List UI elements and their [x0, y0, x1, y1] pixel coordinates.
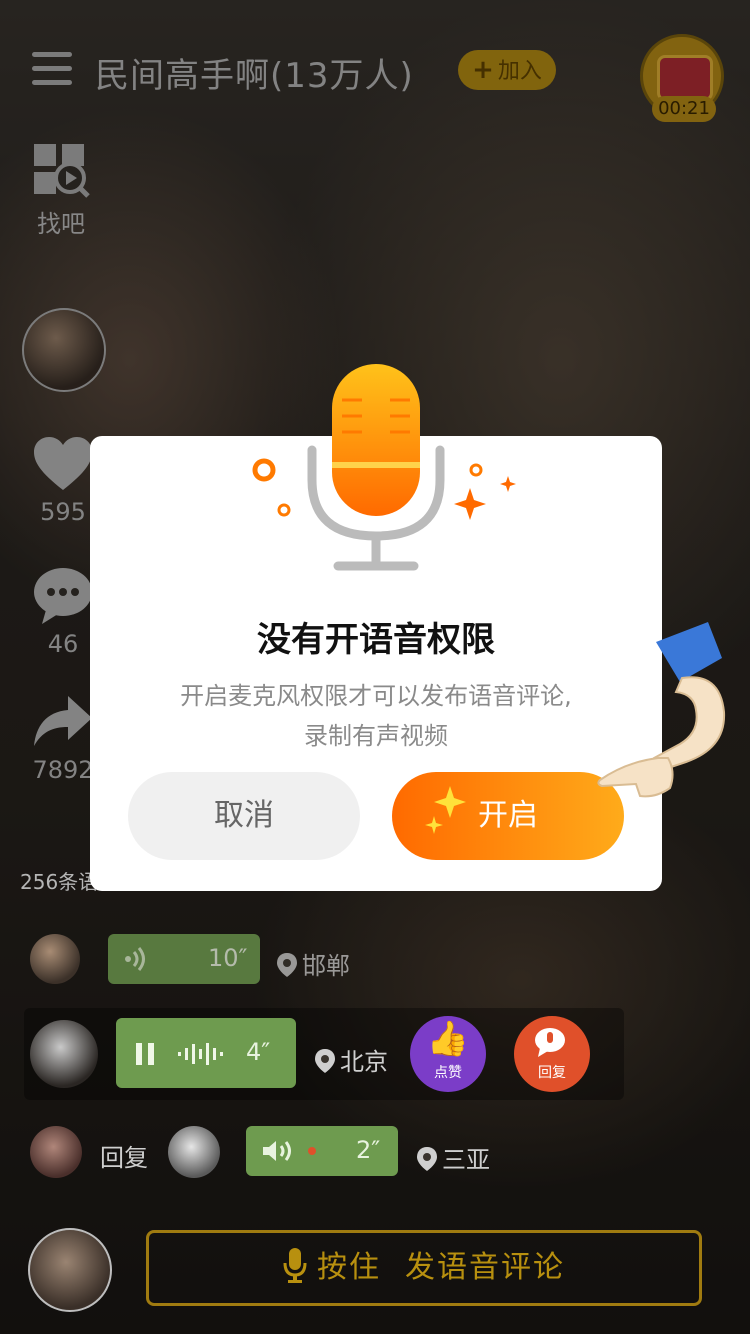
location-pin-icon: [417, 1147, 437, 1171]
voice-message[interactable]: 4″: [116, 1018, 296, 1088]
sparkle-icon: [425, 786, 466, 834]
unread-dot: [308, 1147, 316, 1155]
reply-comment-button[interactable]: 回复: [514, 1016, 590, 1092]
dialog-message-line2: 录制有声视频: [304, 722, 448, 750]
microphone-icon: [283, 1248, 307, 1283]
like-comment-label: 点赞: [434, 1065, 462, 1081]
dialog-message-line1: 开启麦克风权限才可以发布语音评论,: [180, 682, 572, 710]
microphone-illustration-icon: [252, 364, 516, 571]
my-avatar[interactable]: [28, 1228, 112, 1312]
thumbs-up-icon: 👍: [426, 1019, 470, 1059]
commenter-avatar[interactable]: [30, 1126, 82, 1178]
location-tag: 邯郸: [276, 946, 350, 981]
action-label: 发语音评论: [405, 1250, 565, 1285]
location-tag: 三亚: [416, 1140, 490, 1175]
open-label: 开启: [478, 798, 538, 833]
reply-mic-icon: [535, 1028, 565, 1057]
voice-message[interactable]: 10″: [108, 934, 260, 984]
speaker-icon: [263, 1141, 291, 1161]
commenter-avatar[interactable]: [30, 934, 80, 984]
pause-icon: [136, 1043, 142, 1065]
location-text: 北京: [340, 1048, 388, 1076]
commenter-avatar[interactable]: [30, 1020, 98, 1088]
pointing-hand-icon: [597, 622, 726, 798]
comments-total: 256条语: [20, 870, 99, 894]
reply-comment-label: 回复: [538, 1065, 566, 1081]
location-pin-icon: [315, 1049, 335, 1073]
hold-to-record-button[interactable]: 按住 发语音评论: [146, 1230, 702, 1306]
cancel-button[interactable]: 取消: [128, 772, 360, 860]
voice-duration: 10″: [208, 944, 248, 972]
like-comment-button[interactable]: 👍 点赞: [410, 1016, 486, 1092]
dialog-message: 开启麦克风权限才可以发布语音评论, 录制有声视频: [90, 676, 662, 756]
location-tag: 北京: [314, 1042, 388, 1077]
hold-label: 按住: [317, 1250, 381, 1285]
voice-message[interactable]: 2″: [246, 1126, 398, 1176]
permission-dialog: 没有开语音权限 开启麦克风权限才可以发布语音评论, 录制有声视频 取消 开启: [90, 364, 662, 891]
voice-duration: 4″: [246, 1038, 271, 1066]
voice-duration: 2″: [356, 1136, 381, 1164]
dialog-title: 没有开语音权限: [257, 620, 495, 660]
open-button[interactable]: 开启: [392, 772, 624, 860]
waveform-icon: [178, 1043, 223, 1065]
voice-wave-icon: [125, 947, 145, 971]
location-text: 三亚: [442, 1146, 490, 1174]
location-pin-icon: [277, 953, 297, 977]
reply-prefix: 回复: [100, 1144, 148, 1172]
reply-target-avatar[interactable]: [168, 1126, 220, 1178]
location-text: 邯郸: [302, 952, 350, 980]
